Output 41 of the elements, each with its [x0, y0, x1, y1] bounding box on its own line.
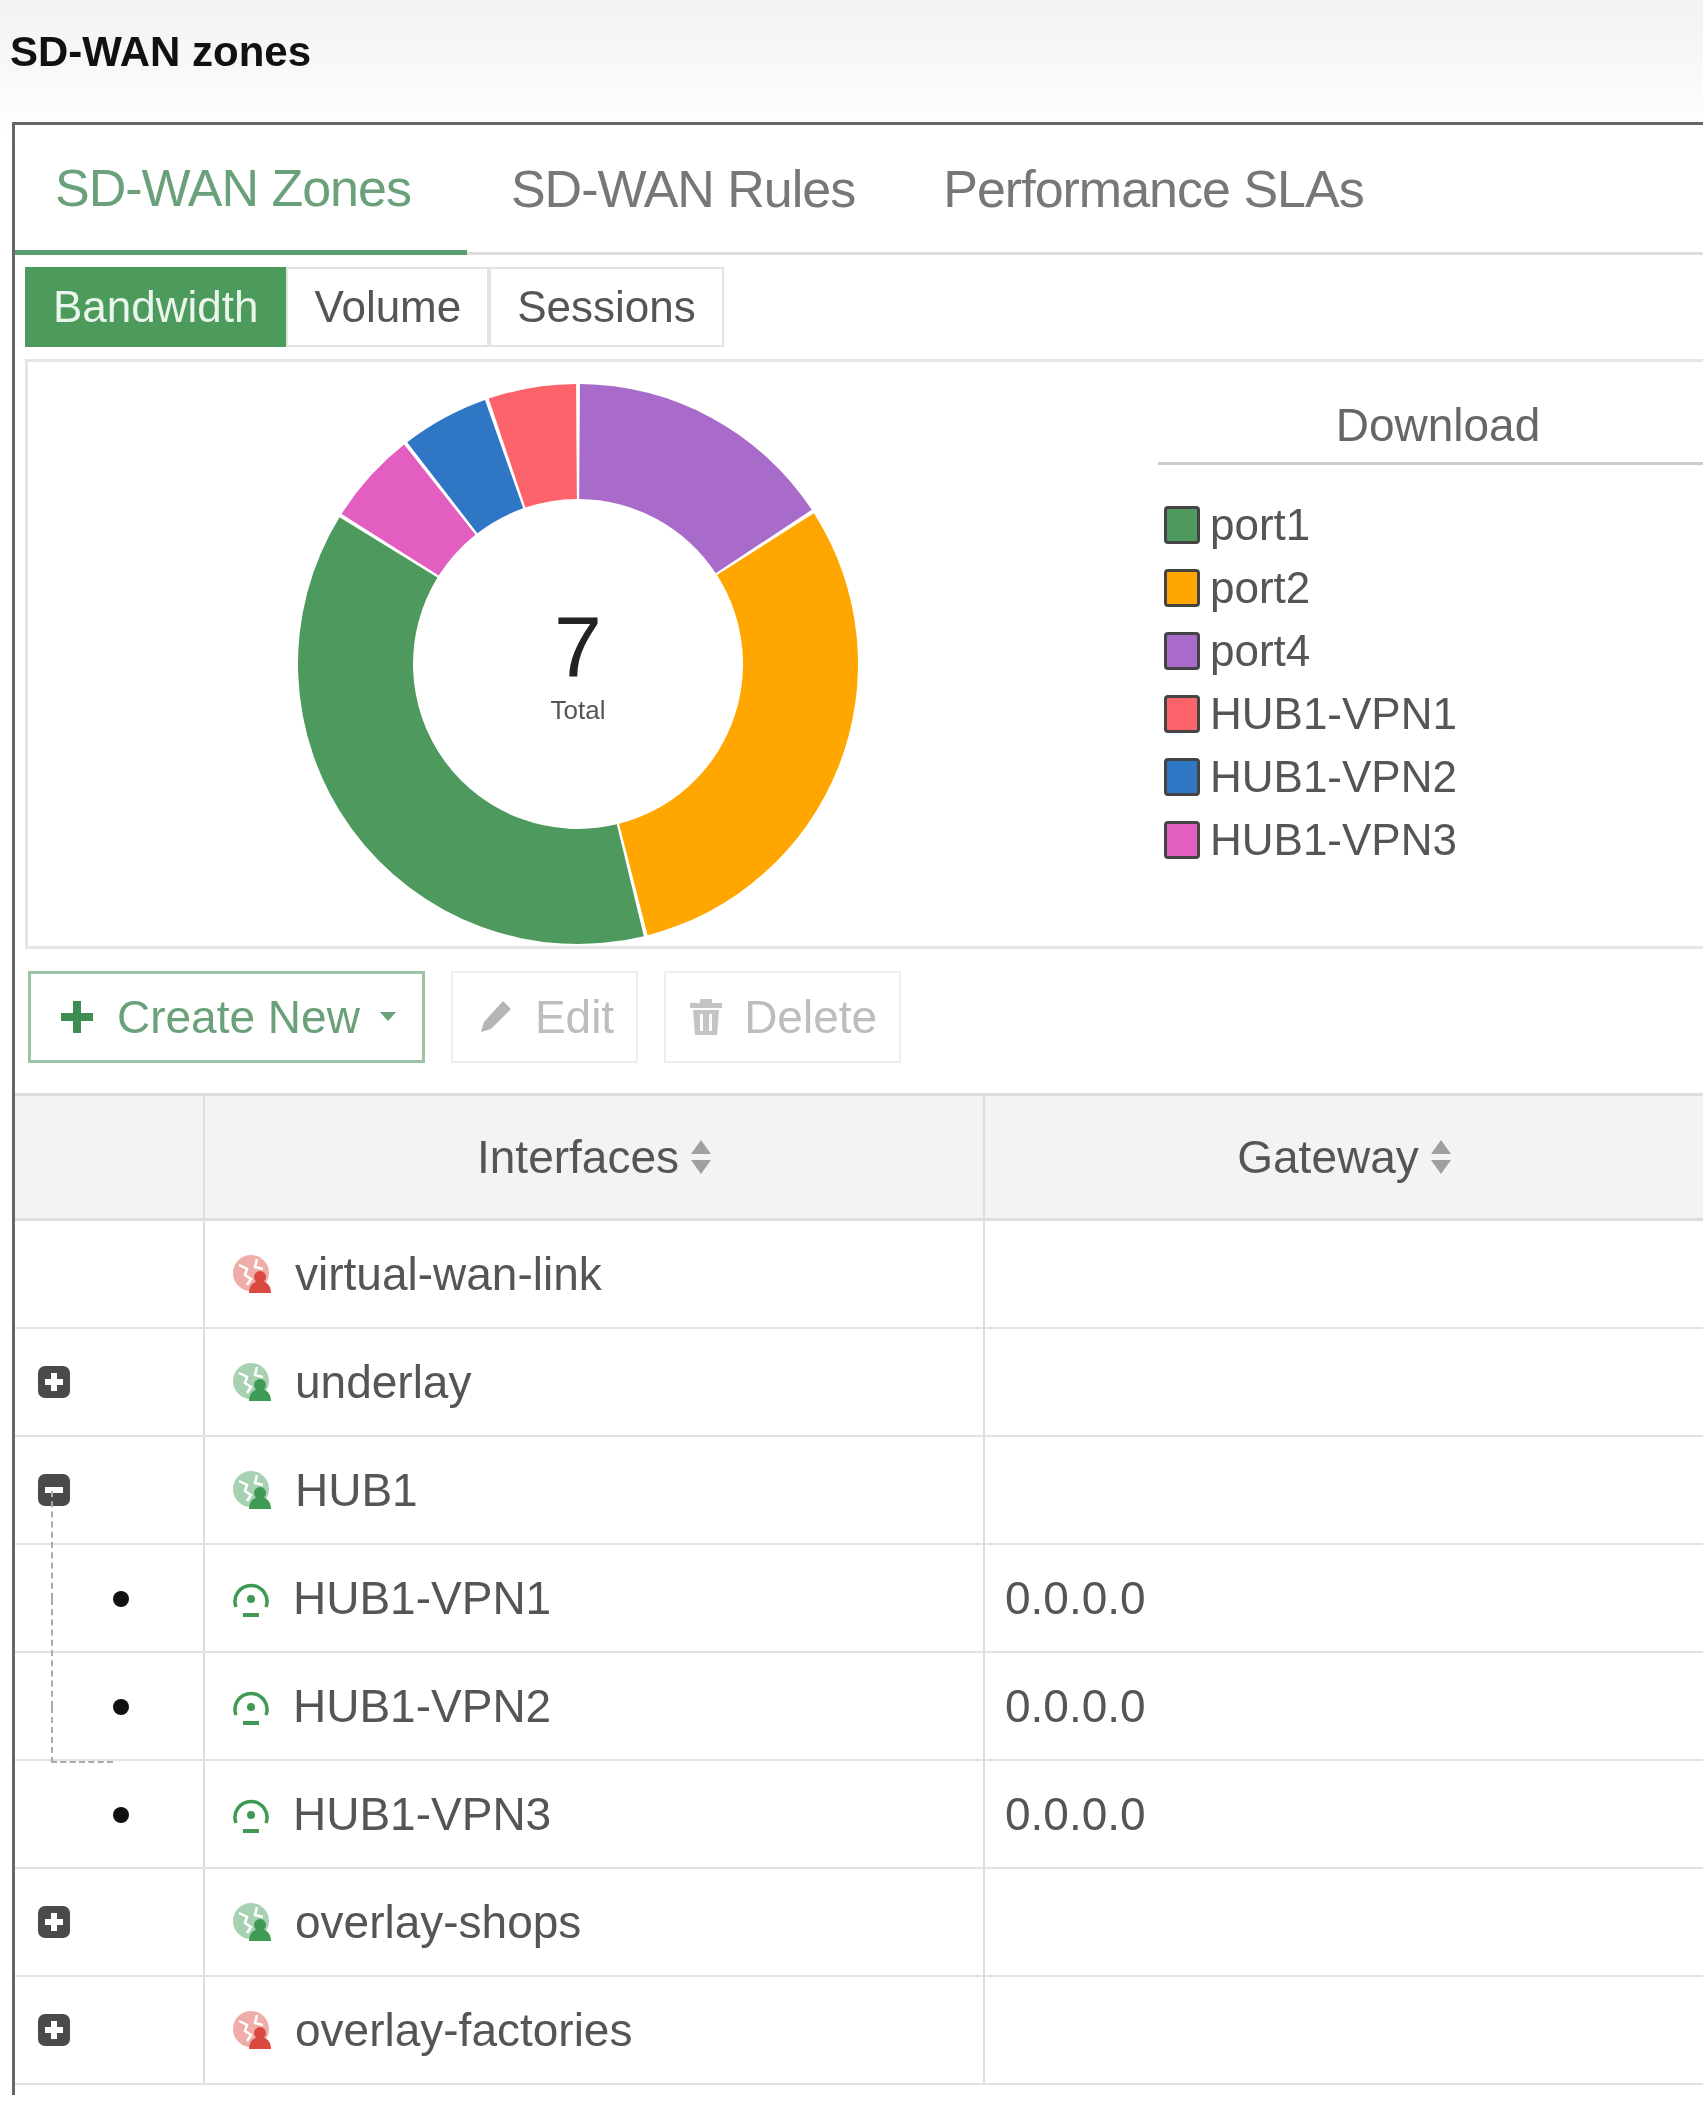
- interface-name: underlay: [295, 1355, 472, 1409]
- create-button[interactable]: Create New: [28, 971, 425, 1063]
- legend-label: port4: [1210, 625, 1311, 676]
- legend-label: HUB1-VPN3: [1210, 814, 1457, 865]
- view-tab[interactable]: Bandwidth: [25, 267, 287, 347]
- view-tab[interactable]: Volume: [286, 267, 490, 347]
- interface-name: HUB1-VPN1: [293, 1571, 552, 1625]
- tab[interactable]: Performance SLAs: [899, 125, 1408, 252]
- interface-name: virtual-wan-link: [295, 1247, 602, 1301]
- expand-toggle[interactable]: [37, 1365, 71, 1399]
- interface-name: HUB1-VPN3: [293, 1787, 552, 1841]
- caret-icon: [379, 1012, 396, 1022]
- column-header[interactable]: Interfaces: [203, 1096, 983, 1218]
- tab[interactable]: SD-WAN Rules: [466, 125, 900, 252]
- tab[interactable]: SD-WAN Zones: [15, 125, 467, 255]
- gateway-value: 0.0.0.0: [1005, 1787, 1146, 1841]
- interface-name: HUB1: [295, 1463, 418, 1517]
- interface-name: HUB1-VPN2: [293, 1679, 552, 1733]
- sort-icon: [691, 1140, 711, 1174]
- view-tab[interactable]: Sessions: [489, 267, 724, 347]
- bullet-icon: [113, 1807, 129, 1823]
- page-title: SD-WAN zones: [9, 27, 312, 77]
- expand-toggle[interactable]: [37, 1905, 71, 1939]
- legend-title: Download: [1158, 398, 1703, 465]
- interface-name: overlay-shops: [295, 1895, 582, 1949]
- legend-label: port2: [1210, 562, 1311, 613]
- legend-label: HUB1-VPN2: [1210, 751, 1457, 802]
- gateway-value: 0.0.0.0: [1005, 1571, 1146, 1625]
- sort-icon: [1430, 1140, 1451, 1174]
- total-label: Total: [550, 694, 606, 726]
- expand-toggle[interactable]: [37, 1473, 71, 1507]
- total-count: 7: [554, 602, 602, 689]
- trash-icon: [688, 997, 725, 1037]
- gateway-value: 0.0.0.0: [1005, 1679, 1146, 1733]
- column-header[interactable]: Gateway: [983, 1096, 1703, 1218]
- bullet-icon: [113, 1591, 129, 1607]
- legend-label: HUB1-VPN1: [1210, 688, 1457, 739]
- legend-label: port1: [1210, 499, 1311, 550]
- interface-name: overlay-factories: [295, 2003, 633, 2057]
- bullet-icon: [113, 1699, 129, 1715]
- expand-toggle[interactable]: [37, 2013, 71, 2047]
